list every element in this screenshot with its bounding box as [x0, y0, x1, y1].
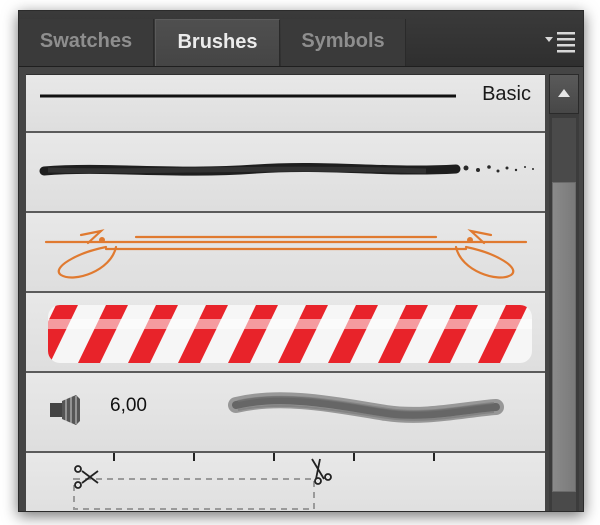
brush-scissors[interactable]	[26, 453, 545, 511]
stripes-stroke-preview	[48, 305, 532, 363]
tab-swatches[interactable]: Swatches	[19, 19, 154, 66]
bristle-brush-icon	[50, 395, 80, 425]
brush-size-value: 6,00	[110, 395, 147, 416]
bristle-stroke-preview	[50, 392, 504, 425]
scroll-up-arrow-icon	[558, 89, 570, 97]
charcoal-stroke-preview	[39, 162, 534, 176]
brush-label: Basic	[482, 83, 531, 105]
tab-symbols[interactable]: Symbols	[281, 19, 406, 66]
panel-menu-icon[interactable]	[545, 31, 577, 53]
scissors-icon	[74, 458, 332, 489]
scroll-thumb[interactable]	[552, 182, 576, 492]
brush-charcoal[interactable]	[26, 133, 545, 213]
scroll-up-button[interactable]	[549, 74, 579, 114]
brush-arrow[interactable]	[26, 213, 545, 293]
brush-basic[interactable]: Basic	[26, 75, 545, 133]
arrow-stroke-preview	[44, 229, 528, 279]
brush-bristle[interactable]: 6,00	[26, 373, 545, 453]
tab-brushes[interactable]: Brushes	[155, 19, 280, 66]
vertical-scrollbar[interactable]	[549, 74, 579, 511]
scissors-stroke-preview	[73, 453, 435, 510]
basic-stroke-preview	[40, 94, 456, 98]
brush-list: Basic 6,00	[26, 74, 545, 511]
brush-red-stripes[interactable]	[26, 293, 545, 373]
brushes-panel: Swatches Brushes Symbols Basic 6,00	[18, 10, 584, 512]
tab-bar: Swatches Brushes Symbols	[19, 11, 583, 67]
